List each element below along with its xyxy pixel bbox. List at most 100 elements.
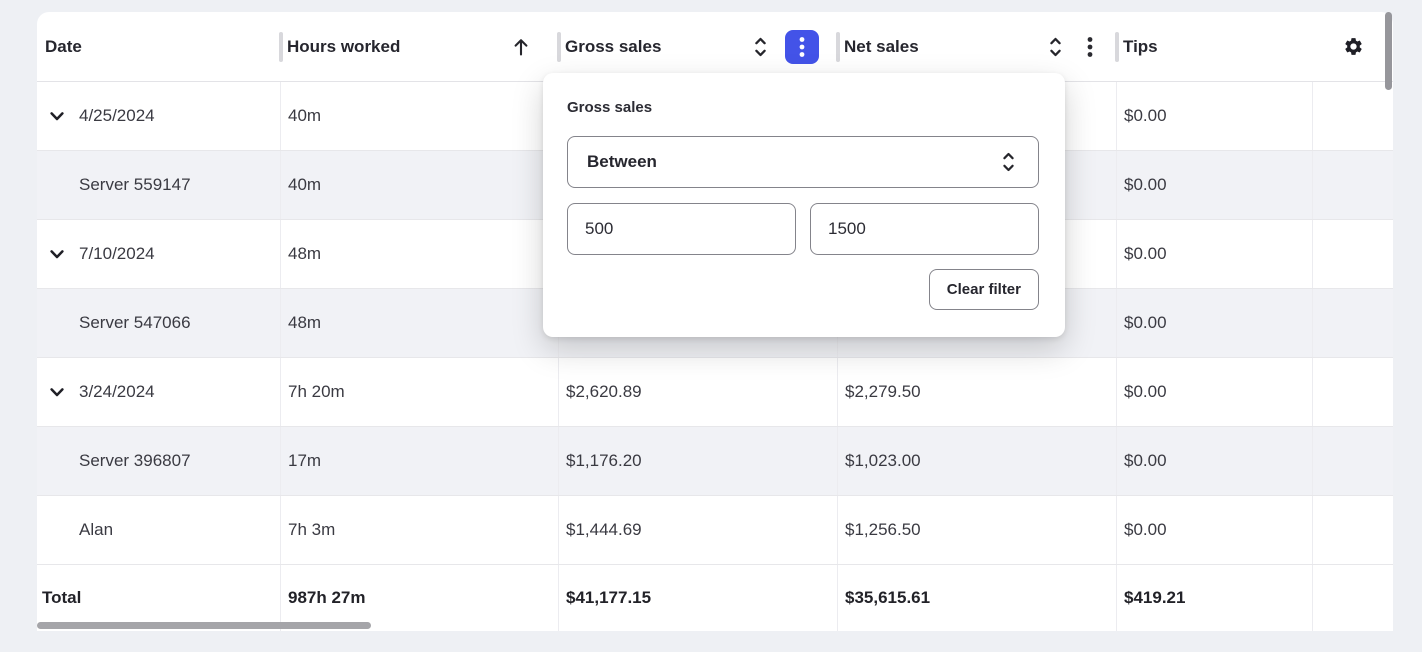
row-expand-toggle[interactable] xyxy=(50,250,64,259)
actions-cell xyxy=(1313,82,1393,150)
hours-worked-value: 40m xyxy=(288,175,321,195)
date-cell: 4/25/2024 xyxy=(37,82,281,150)
tips-value: $0.00 xyxy=(1124,244,1167,264)
table-header-row: Date Hours worked Gross sales Net sales xyxy=(37,12,1393,82)
tips-cell: $0.00 xyxy=(1117,289,1313,357)
total-gross-sales-value: $41,177.15 xyxy=(566,588,651,608)
hours-worked-cell: 40m xyxy=(281,151,559,219)
date-cell: Alan xyxy=(37,496,281,564)
net-sales-value: $1,023.00 xyxy=(845,451,921,471)
column-resize-handle[interactable] xyxy=(836,32,840,62)
date-label: Alan xyxy=(79,520,113,540)
row-expand-toggle[interactable] xyxy=(50,112,64,121)
clear-filter-button[interactable]: Clear filter xyxy=(929,269,1039,310)
date-label: 7/10/2024 xyxy=(79,244,155,264)
gross-sales-value: $2,620.89 xyxy=(566,382,642,402)
row-expand-toggle[interactable] xyxy=(50,388,64,397)
net-sales-cell: $1,023.00 xyxy=(838,427,1117,495)
actions-cell xyxy=(1313,289,1393,357)
date-cell: 7/10/2024 xyxy=(37,220,281,288)
date-label: 4/25/2024 xyxy=(79,106,155,126)
hours-worked-cell: 17m xyxy=(281,427,559,495)
hours-worked-cell: 48m xyxy=(281,220,559,288)
total-hours-value: 987h 27m xyxy=(288,588,366,608)
filter-min-input[interactable] xyxy=(567,203,796,255)
column-label-tips: Tips xyxy=(1123,37,1158,57)
hours-worked-cell: 7h 3m xyxy=(281,496,559,564)
total-gross-sales-cell: $41,177.15 xyxy=(559,565,838,631)
column-label-gross-sales: Gross sales xyxy=(565,37,661,57)
column-label-hours-worked: Hours worked xyxy=(287,37,400,57)
column-header-tips[interactable]: Tips xyxy=(1117,12,1313,81)
gear-icon xyxy=(1343,36,1364,57)
sort-chevrons-icon[interactable] xyxy=(753,35,768,59)
tips-value: $0.00 xyxy=(1124,451,1167,471)
tips-value: $0.00 xyxy=(1124,313,1167,333)
date-cell: 3/24/2024 xyxy=(37,358,281,426)
table-row: Server 396807 17m $1,176.20 $1,023.00 $0… xyxy=(37,427,1393,496)
date-label: Server 547066 xyxy=(79,313,191,333)
table-row: 3/24/2024 7h 20m $2,620.89 $2,279.50 $0.… xyxy=(37,358,1393,427)
column-header-date[interactable]: Date xyxy=(37,12,281,81)
chevron-down-icon xyxy=(50,388,64,397)
date-label: Server 559147 xyxy=(79,175,191,195)
tips-value: $0.00 xyxy=(1124,520,1167,540)
filter-condition-value: Between xyxy=(587,152,657,172)
report-table-card: Date Hours worked Gross sales Net sales xyxy=(37,12,1393,631)
column-label-date: Date xyxy=(45,37,82,57)
filter-range-inputs xyxy=(567,203,1039,255)
total-tips-value: $419.21 xyxy=(1124,588,1185,608)
column-label-net-sales: Net sales xyxy=(844,37,919,57)
gross-sales-value: $1,444.69 xyxy=(566,520,642,540)
table-row: Alan 7h 3m $1,444.69 $1,256.50 $0.00 xyxy=(37,496,1393,565)
hours-worked-cell: 40m xyxy=(281,82,559,150)
hours-worked-value: 7h 20m xyxy=(288,382,345,402)
hours-worked-cell: 7h 20m xyxy=(281,358,559,426)
hours-worked-value: 17m xyxy=(288,451,321,471)
filter-popup-footer: Clear filter xyxy=(567,269,1039,310)
table-settings-button[interactable] xyxy=(1313,12,1393,81)
column-resize-handle[interactable] xyxy=(279,32,283,62)
tips-cell: $0.00 xyxy=(1117,496,1313,564)
total-label: Total xyxy=(42,588,81,608)
hours-worked-value: 7h 3m xyxy=(288,520,335,540)
gross-sales-filter-popup: Gross sales Between Clear filter xyxy=(543,73,1065,337)
gross-sales-cell: $2,620.89 xyxy=(559,358,838,426)
tips-cell: $0.00 xyxy=(1117,220,1313,288)
total-actions-cell xyxy=(1313,565,1393,631)
date-cell: Server 396807 xyxy=(37,427,281,495)
date-cell: Server 547066 xyxy=(37,289,281,357)
gross-sales-menu-button[interactable] xyxy=(785,30,819,64)
chevron-down-icon xyxy=(50,112,64,121)
net-sales-cell: $1,256.50 xyxy=(838,496,1117,564)
column-resize-handle[interactable] xyxy=(557,32,561,62)
column-header-net-sales[interactable]: Net sales xyxy=(838,12,1117,81)
total-net-sales-value: $35,615.61 xyxy=(845,588,930,608)
column-header-hours-worked[interactable]: Hours worked xyxy=(281,12,559,81)
filter-max-input[interactable] xyxy=(810,203,1039,255)
column-header-gross-sales[interactable]: Gross sales xyxy=(559,12,838,81)
actions-cell xyxy=(1313,220,1393,288)
horizontal-scrollbar-thumb[interactable] xyxy=(37,622,371,629)
sort-ascending-icon[interactable] xyxy=(512,36,530,58)
actions-cell xyxy=(1313,496,1393,564)
chevron-down-icon xyxy=(50,250,64,259)
date-label: 3/24/2024 xyxy=(79,382,155,402)
hours-worked-value: 40m xyxy=(288,106,321,126)
tips-value: $0.00 xyxy=(1124,106,1167,126)
net-sales-cell: $2,279.50 xyxy=(838,358,1117,426)
tips-cell: $0.00 xyxy=(1117,358,1313,426)
filter-condition-select[interactable]: Between xyxy=(567,136,1039,188)
filter-popup-title: Gross sales xyxy=(567,99,1039,116)
vertical-scrollbar-thumb[interactable] xyxy=(1385,12,1392,90)
net-sales-menu-button[interactable] xyxy=(1087,36,1093,58)
column-resize-handle[interactable] xyxy=(1115,32,1119,62)
net-sales-value: $1,256.50 xyxy=(845,520,921,540)
actions-cell xyxy=(1313,358,1393,426)
tips-cell: $0.00 xyxy=(1117,427,1313,495)
sort-chevrons-icon[interactable] xyxy=(1048,35,1063,59)
total-net-sales-cell: $35,615.61 xyxy=(838,565,1117,631)
tips-cell: $0.00 xyxy=(1117,151,1313,219)
hours-worked-value: 48m xyxy=(288,313,321,333)
select-chevrons-icon xyxy=(1001,149,1016,175)
